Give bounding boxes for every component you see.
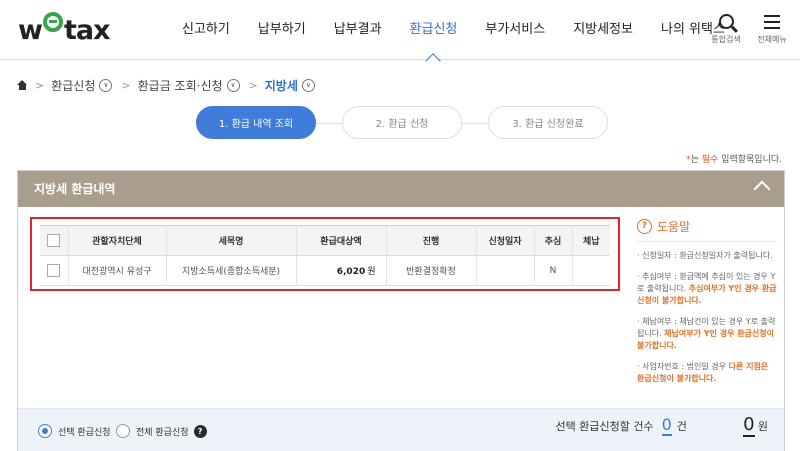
required-note-text-a: 는 (690, 155, 702, 165)
progress-steps: 1. 환급 내역 조회 2. 환급 신청 3. 환급 신청완료 (196, 106, 634, 139)
logo-text-post: tax (63, 15, 111, 46)
help-title: ? 도움말 (637, 217, 777, 235)
nav-item-file[interactable]: 신고하기 (168, 0, 244, 60)
nav-item-pay[interactable]: 납부하기 (244, 0, 320, 60)
count-unit: 건 (676, 420, 687, 433)
breadcrumb-item-refund[interactable]: 환급신청 (51, 77, 95, 94)
nav-item-pay-result[interactable]: 납부결과 (320, 0, 396, 60)
step-2-apply: 2. 환급 신청 (316, 106, 462, 139)
help-item: · 사업자번호 : 법인일 경우 다른 지점은 환급신청이 불가합니다. (637, 362, 769, 383)
question-icon: ? (637, 218, 652, 234)
select-all-checkbox[interactable] (47, 234, 61, 247)
cell-arrears (572, 255, 610, 286)
col-tax-item: 세목명 (166, 225, 297, 256)
row-select-cell (40, 255, 69, 286)
radio-selected-label: 선택 환급신청 (58, 427, 111, 438)
cell-tax-item: 지방소득세(종합소득세분) (166, 255, 297, 286)
cell-status: 반환결정확정 (386, 255, 477, 286)
breadcrumb-item-refund-inquiry[interactable]: 환급금 조회·신청 (138, 77, 223, 94)
count-label: 선택 환급신청할 건수 (555, 420, 654, 433)
chevron-down-icon[interactable]: ∨ (301, 78, 315, 92)
breadcrumb-item-local-tax[interactable]: 지방세 (265, 77, 298, 94)
panel-header: 지방세 환급내역 (18, 171, 784, 207)
refund-table: 관할자치단체 세목명 환급대상액 진행 신청일자 추심 체납 대전광역시 유성구… (40, 225, 610, 286)
panel-title: 지방세 환급내역 (34, 182, 116, 196)
step-1-inquiry: 1. 환급 내역 조회 (196, 106, 316, 139)
chevron-up-icon[interactable] (753, 180, 771, 198)
help-item: · 신청일자 : 환급신청일자가 출력됩니다. (637, 251, 773, 260)
col-status: 진행 (386, 225, 477, 256)
amount-unit: 원 (367, 267, 376, 277)
breadcrumb-separator-icon: > (248, 78, 258, 92)
refund-summary: 선택 환급신청할 건수 0 건 0 원 (555, 415, 768, 445)
logo-e-icon: e (42, 12, 63, 32)
nav-item-extra-services[interactable]: 부가서비스 (471, 0, 559, 60)
help-question-icon[interactable]: ? (193, 424, 207, 438)
radio-selected-indicator[interactable] (38, 424, 52, 438)
cell-authority: 대전광역시 유성구 (68, 255, 167, 286)
search-label: 통합검색 (711, 35, 741, 44)
col-arrears: 체납 (572, 225, 610, 256)
all-menu-button[interactable]: 전체메뉴 (752, 12, 792, 45)
select-all-cell (40, 225, 69, 256)
required-note: *는 필수 입력항목입니다. (686, 152, 782, 165)
logo-text-pre: w (18, 15, 43, 46)
help-text: 신청일자 : 환급신청일자가 출력됩니다. (642, 251, 773, 260)
refund-table-highlight: 관할자치단체 세목명 환급대상액 진행 신청일자 추심 체납 대전광역시 유성구… (30, 217, 620, 291)
refund-action-bar: 선택 환급신청 전체 환급신청 ? 선택 환급신청할 건수 0 건 0 원 (18, 408, 784, 451)
col-collection: 추심 (534, 225, 573, 256)
count-value: 0 (661, 415, 672, 436)
chevron-down-icon[interactable]: ∨ (226, 78, 240, 92)
radio-selected-refund[interactable]: 선택 환급신청 (38, 424, 111, 438)
table-row: 대전광역시 유성구 지방소득세(종합소득세분) 6,020 원 반환결정확정 N (40, 255, 610, 286)
help-item: · 추심여부 : 환급액에 추심이 있는 경우 Y로 출력됩니다. 추심여부가 … (637, 272, 777, 305)
search-icon (718, 14, 734, 29)
help-box: ? 도움말 · 신청일자 : 환급신청일자가 출력됩니다. · 추심여부 : 환… (637, 217, 777, 394)
required-word: 필수 (701, 155, 719, 165)
table-header-row: 관할자치단체 세목명 환급대상액 진행 신청일자 추심 체납 (40, 225, 610, 256)
cell-apply-date (476, 255, 535, 286)
col-refund-amount: 환급대상액 (296, 225, 387, 256)
breadcrumb-separator-icon: > (35, 78, 45, 92)
nav-item-refund[interactable]: 환급신청 (396, 0, 472, 60)
radio-all-refund[interactable]: 전체 환급신청 ? (116, 424, 207, 438)
radio-all-indicator[interactable] (116, 424, 130, 438)
cell-refund-amount: 6,020 원 (296, 255, 387, 286)
col-authority: 관할자치단체 (68, 225, 167, 256)
required-note-text-b: 입력항목입니다. (718, 155, 782, 165)
breadcrumb-separator-icon: > (121, 78, 131, 92)
help-item: · 체납여부 : 체납건이 있는 경우 Y로 출력됩니다. 체납여부가 Y인 경… (637, 317, 776, 350)
site-header: wetax 신고하기 납부하기 납부결과 환급신청 부가서비스 지방세정보 나의… (0, 0, 800, 60)
help-divider (637, 241, 777, 242)
radio-all-label: 전체 환급신청 (136, 427, 189, 438)
help-title-text: 도움말 (657, 219, 691, 234)
breadcrumb: > 환급신청 ∨ > 환급금 조회·신청 ∨ > 지방세 ∨ (17, 77, 317, 93)
hamburger-menu-icon (764, 15, 780, 29)
total-amount-value: 0 (742, 414, 755, 437)
help-text: 사업자번호 : 법인일 경우 (642, 362, 729, 371)
total-amount-unit: 원 (757, 420, 768, 433)
wetax-logo[interactable]: wetax (18, 12, 110, 46)
main-nav: 신고하기 납부하기 납부결과 환급신청 부가서비스 지방세정보 나의 위택스 (168, 0, 739, 60)
all-menu-label: 전체메뉴 (757, 35, 787, 44)
chevron-down-icon[interactable]: ∨ (99, 78, 113, 92)
search-button[interactable]: 통합검색 (706, 12, 746, 45)
row-checkbox[interactable] (47, 264, 61, 277)
nav-item-local-tax-info[interactable]: 지방세정보 (559, 0, 647, 60)
amount-value: 6,020 (336, 267, 366, 277)
col-apply-date: 신청일자 (476, 225, 535, 256)
step-3-complete: 3. 환급 신청완료 (462, 106, 608, 139)
cell-collection: N (534, 255, 573, 286)
home-icon[interactable] (17, 80, 28, 90)
